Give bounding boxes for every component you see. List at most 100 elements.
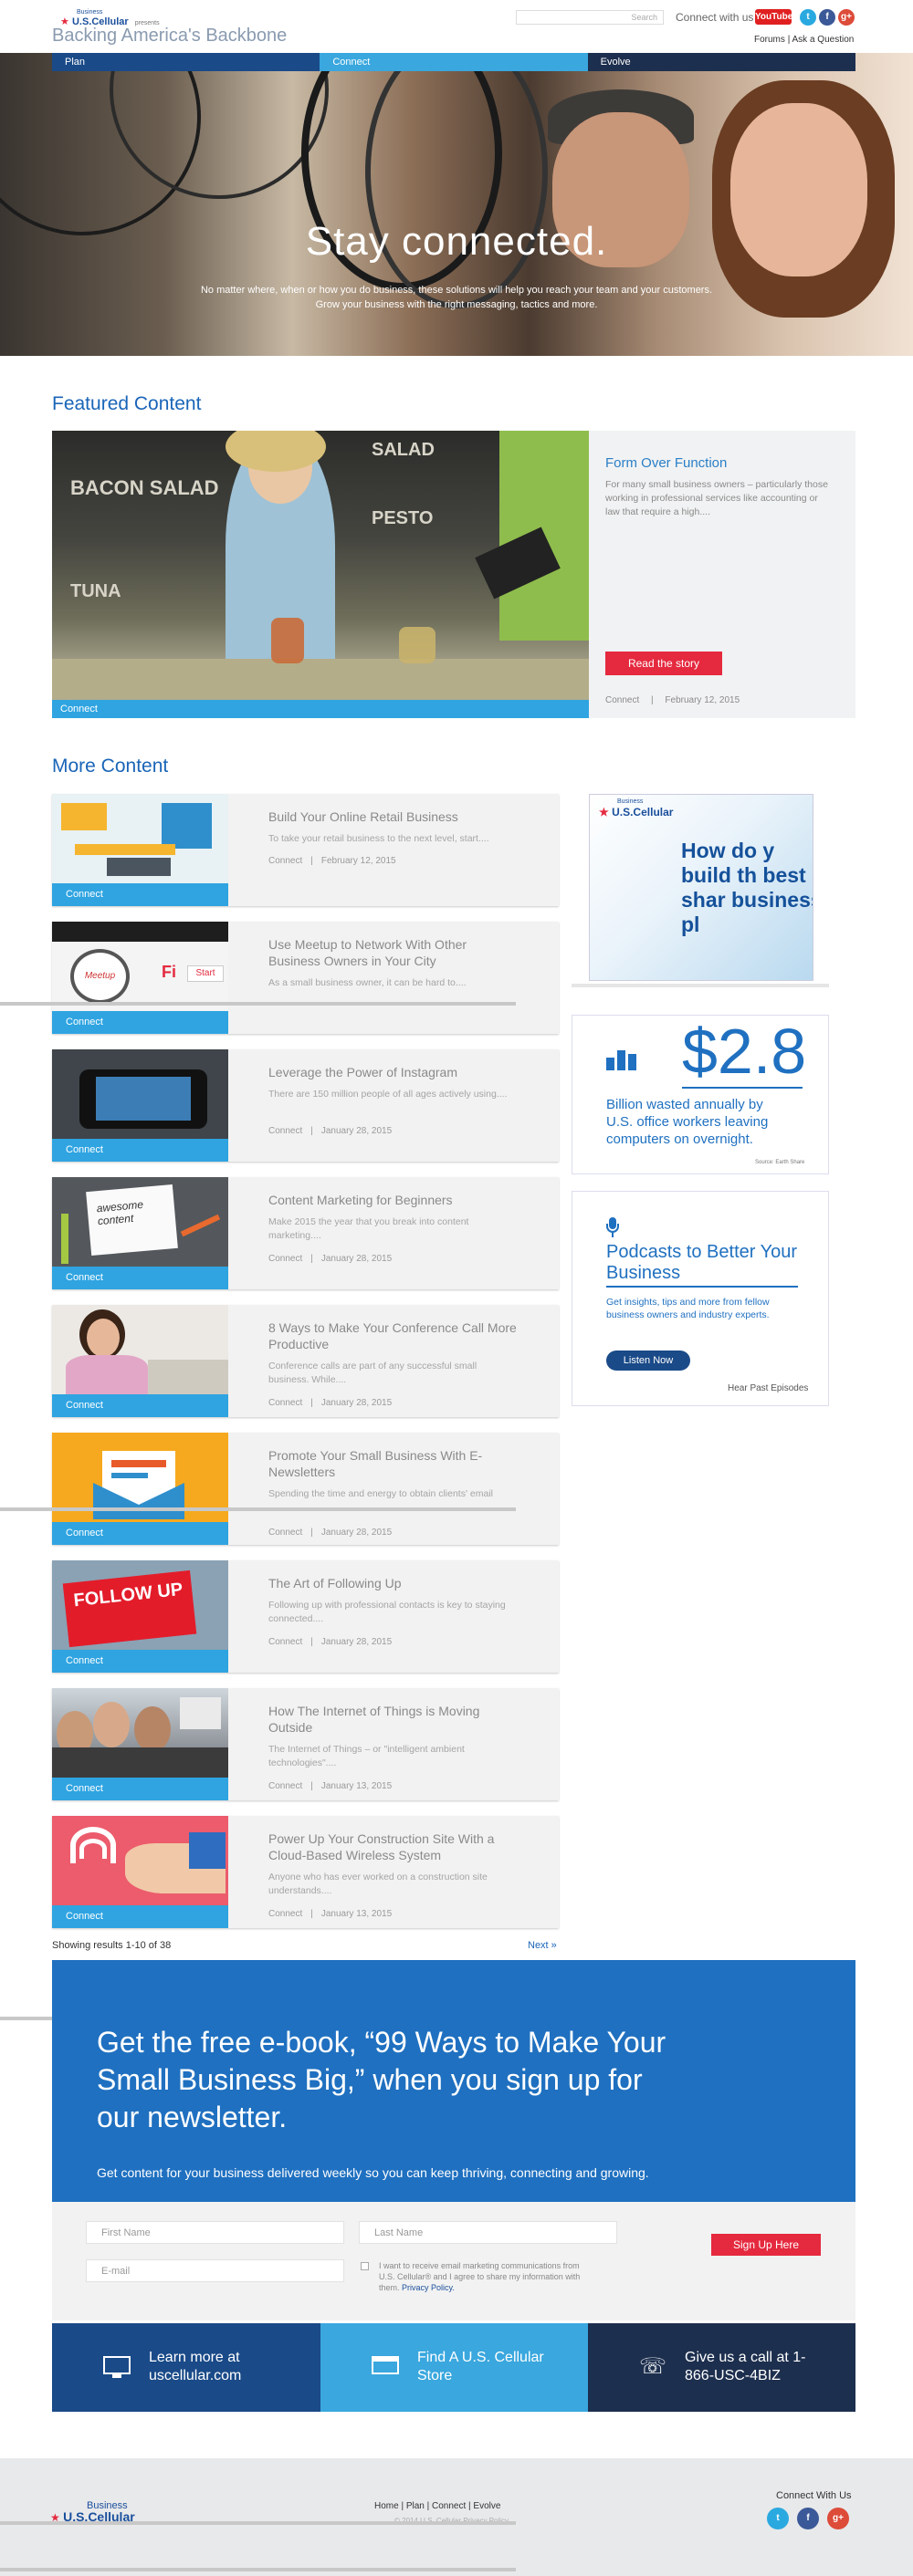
card-tag[interactable]: Connect (52, 1011, 228, 1034)
past-episodes-link[interactable]: Hear Past Episodes (728, 1383, 808, 1393)
twitter-icon[interactable]: t (767, 2508, 789, 2529)
divider: | (398, 2501, 406, 2511)
card-description: The Internet of Things – or "intelligent… (268, 1744, 465, 1768)
footer-connect-label: Connect With Us (776, 2490, 852, 2501)
first-name-field[interactable]: First Name (86, 2221, 344, 2244)
footer-link-plan[interactable]: Plan (406, 2501, 425, 2511)
podcast-description: Get insights, tips and more from fellow … (606, 1297, 770, 1320)
card-tag[interactable]: Connect (52, 1905, 228, 1928)
forums-link[interactable]: Forums (754, 35, 785, 45)
featured-tag[interactable]: Connect (52, 700, 589, 718)
footer-logo[interactable]: Business ★ U.S.Cellular (50, 2500, 135, 2523)
card-thumbnail (52, 1049, 228, 1139)
content-card[interactable]: Meetup Fi Start Connect Use Meetup to Ne… (52, 922, 559, 1034)
card-title[interactable]: 8 Ways to Make Your Conference Call More… (268, 1319, 519, 1352)
content-card[interactable]: Connect 8 Ways to Make Your Conference C… (52, 1305, 559, 1417)
content-card[interactable]: Connect Build Your Online Retail Busines… (52, 794, 559, 906)
stat-widget: $2.8 Billion wasted annually by U.S. off… (572, 1015, 829, 1174)
featured-meta-category: Connect (605, 695, 640, 705)
card-tag[interactable]: Connect (52, 883, 228, 906)
card-meta-date: January 13, 2015 (320, 1781, 393, 1791)
cta-call[interactable]: ☏ Give us a call at 1-866-USC-4BIZ (588, 2323, 855, 2412)
card-tag[interactable]: Connect (52, 1267, 228, 1289)
card-meta-category: Connect (268, 1781, 303, 1791)
site-title[interactable]: Backing America's Backbone (52, 26, 287, 47)
card-description: To take your retail business to the next… (268, 833, 489, 844)
podcast-title: Podcasts to Better Your Business (606, 1242, 798, 1283)
twitter-icon[interactable]: t (800, 9, 816, 26)
ask-question-link[interactable]: Ask a Question (792, 35, 855, 45)
stat-description: Billion wasted annually by U.S. office w… (606, 1097, 769, 1147)
divider (0, 1507, 516, 1511)
card-title[interactable]: Use Meetup to Network With Other Busines… (268, 936, 519, 969)
card-tag[interactable]: Connect (52, 1778, 228, 1800)
card-thumbnail (52, 1688, 228, 1778)
ad-banner[interactable]: Business ★ U.S.Cellular How do y build t… (589, 794, 813, 981)
card-thumbnail: awesome content (52, 1177, 228, 1267)
last-name-field[interactable]: Last Name (359, 2221, 617, 2244)
consent-checkbox[interactable] (361, 2262, 369, 2270)
monitor-icon (103, 2356, 134, 2378)
card-tag[interactable]: Connect (52, 1522, 228, 1545)
thumb-text-start: Start (187, 965, 224, 982)
nav-connect[interactable]: Connect (320, 53, 588, 71)
card-meta-category: Connect (268, 1398, 303, 1408)
listen-now-button[interactable]: Listen Now (606, 1351, 690, 1371)
featured-image[interactable]: BACON SALAD SALAD PESTO TUNA (52, 431, 589, 700)
card-title[interactable]: The Art of Following Up (268, 1575, 519, 1591)
content-card[interactable]: Connect How The Internet of Things is Mo… (52, 1688, 559, 1800)
facebook-icon[interactable]: f (797, 2508, 819, 2529)
google-plus-icon[interactable]: g+ (827, 2508, 849, 2529)
card-tag[interactable]: Connect (52, 1394, 228, 1417)
content-card[interactable]: Connect Power Up Your Construction Site … (52, 1816, 559, 1928)
email-field[interactable]: E-mail (86, 2259, 344, 2282)
card-title[interactable]: Leverage the Power of Instagram (268, 1064, 519, 1080)
card-meta-date: January 28, 2015 (320, 1398, 393, 1408)
card-description: Spending the time and energy to obtain c… (268, 1488, 493, 1499)
content-card[interactable]: Connect Leverage the Power of Instagram … (52, 1049, 559, 1162)
ad-brand-text: U.S.Cellular (612, 806, 674, 819)
content-card[interactable]: FOLLOW UP Connect The Art of Following U… (52, 1560, 559, 1673)
card-title[interactable]: Build Your Online Retail Business (268, 808, 519, 825)
board-text-1: BACON SALAD (70, 476, 219, 499)
footer-link-connect[interactable]: Connect (432, 2501, 466, 2511)
google-plus-icon[interactable]: g+ (838, 9, 855, 26)
card-tag[interactable]: Connect (52, 1650, 228, 1673)
footer-links: Home | Plan | Connect | Evolve (374, 2501, 500, 2511)
nav-evolve[interactable]: Evolve (587, 53, 855, 71)
read-story-button[interactable]: Read the story (605, 652, 722, 675)
content-card[interactable]: awesome content Connect Content Marketin… (52, 1177, 559, 1289)
nav-plan[interactable]: Plan (52, 53, 320, 71)
card-tag[interactable]: Connect (52, 1139, 228, 1162)
card-title[interactable]: Promote Your Small Business With E-Newsl… (268, 1447, 519, 1480)
divider (606, 1286, 798, 1288)
meta-divider: | (310, 1126, 313, 1136)
card-title[interactable]: Power Up Your Construction Site With a C… (268, 1830, 519, 1863)
card-meta: Connect | January 28, 2015 (268, 1254, 392, 1264)
card-meta: Connect | January 28, 2015 (268, 1637, 392, 1647)
cta-learn-more-text: Learn more at uscellular.com (149, 2350, 242, 2383)
bar-chart-icon (606, 1043, 639, 1070)
privacy-policy-link[interactable]: Privacy Policy. (402, 2283, 455, 2292)
next-page-link[interactable]: Next » (528, 1940, 557, 1951)
meta-divider: | (310, 1398, 313, 1408)
cta-call-text: Give us a call at 1-866-USC-4BIZ (685, 2350, 806, 2383)
sign-up-button[interactable]: Sign Up Here (711, 2234, 821, 2256)
card-description: Conference calls are part of any success… (268, 1361, 477, 1385)
cta-find-store[interactable]: Find A U.S. Cellular Store (320, 2323, 588, 2412)
card-title[interactable]: Content Marketing for Beginners (268, 1192, 519, 1208)
footer-link-home[interactable]: Home (374, 2501, 399, 2511)
search-input[interactable]: Search (516, 10, 664, 25)
content-card[interactable]: Connect Promote Your Small Business With… (52, 1433, 559, 1545)
meta-divider: | (310, 1254, 313, 1264)
meta-divider: | (310, 1909, 313, 1919)
card-description: Make 2015 the year that you break into c… (268, 1216, 469, 1241)
featured-headline[interactable]: Form Over Function (605, 455, 727, 471)
facebook-icon[interactable]: f (819, 9, 835, 26)
card-title[interactable]: How The Internet of Things is Moving Out… (268, 1703, 519, 1736)
footer-link-evolve[interactable]: Evolve (473, 2501, 500, 2511)
youtube-icon[interactable]: YouTube (755, 9, 792, 25)
cta-learn-more[interactable]: Learn more at uscellular.com (52, 2323, 320, 2412)
storefront-icon (372, 2356, 403, 2378)
card-meta-date: January 28, 2015 (320, 1126, 393, 1136)
